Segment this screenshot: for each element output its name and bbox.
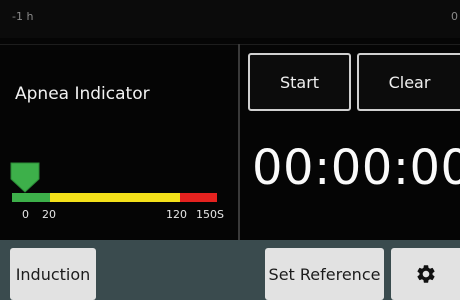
status-right-label: 0 [451, 10, 458, 23]
apnea-zone-green [12, 193, 50, 202]
apnea-zone-yellow [50, 193, 180, 202]
header-divider [0, 44, 460, 45]
start-button[interactable]: Start [248, 53, 351, 111]
gear-icon [416, 265, 435, 283]
status-strip: -1 h 0 [0, 0, 460, 38]
apnea-tick-0: 0 [22, 208, 29, 221]
panel-divider [238, 44, 240, 240]
induction-button[interactable]: Induction [10, 248, 96, 300]
clear-button[interactable]: Clear [357, 53, 460, 111]
stopwatch-time: 00:00:00 [252, 140, 460, 196]
apnea-tick-120: 120 [166, 208, 187, 221]
apnea-zone-red [180, 193, 217, 202]
apnea-tick-20: 20 [42, 208, 56, 221]
status-left-label: -1 h [12, 10, 34, 23]
apnea-indicator-title: Apnea Indicator [15, 84, 150, 104]
settings-button[interactable] [391, 248, 460, 300]
apnea-tick-150: 150S [196, 208, 224, 221]
set-reference-button[interactable]: Set Reference [265, 248, 384, 300]
apnea-level-marker-icon [10, 162, 40, 193]
